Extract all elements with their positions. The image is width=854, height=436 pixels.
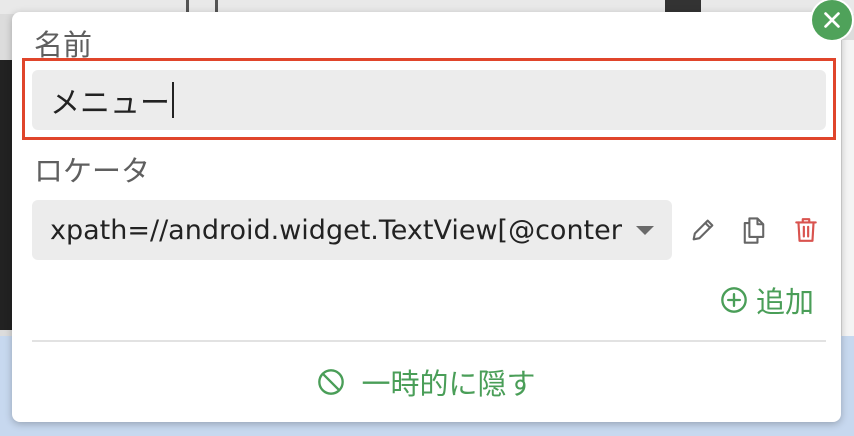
background-panel-left: [0, 60, 12, 330]
add-locator-button[interactable]: 追加: [720, 280, 814, 320]
locator-select[interactable]: xpath=//android.widget.TextView[@content: [32, 200, 672, 260]
delete-locator-button[interactable]: [788, 212, 824, 248]
pencil-icon: [692, 219, 714, 241]
add-locator-label: 追加: [756, 285, 815, 319]
chevron-down-icon: [636, 225, 654, 235]
trash-icon: [795, 218, 817, 242]
plus-circle-icon: [721, 287, 747, 313]
close-icon: [824, 12, 840, 28]
name-input[interactable]: メニュー: [32, 70, 826, 130]
background-button-fragment: [665, 0, 701, 12]
element-edit-popup: 名前 メニュー ロケータ xpath=//android.widget.Text…: [12, 12, 841, 422]
name-label: 名前: [34, 28, 93, 62]
copy-locator-button[interactable]: [736, 212, 772, 248]
name-input-value: メニュー: [50, 86, 170, 121]
edit-locator-button[interactable]: [685, 212, 721, 248]
locator-label: ロケータ: [34, 154, 151, 188]
close-button[interactable]: [812, 0, 852, 40]
eye-off-icon: [318, 369, 345, 395]
locator-select-value: xpath=//android.widget.TextView[@content: [50, 214, 622, 246]
text-caret: [172, 82, 174, 118]
hide-temporarily-label: 一時的に隠す: [361, 367, 536, 401]
copy-icon: [743, 217, 765, 244]
divider: [32, 340, 826, 342]
hide-temporarily-button[interactable]: 一時的に隠す: [12, 360, 841, 404]
